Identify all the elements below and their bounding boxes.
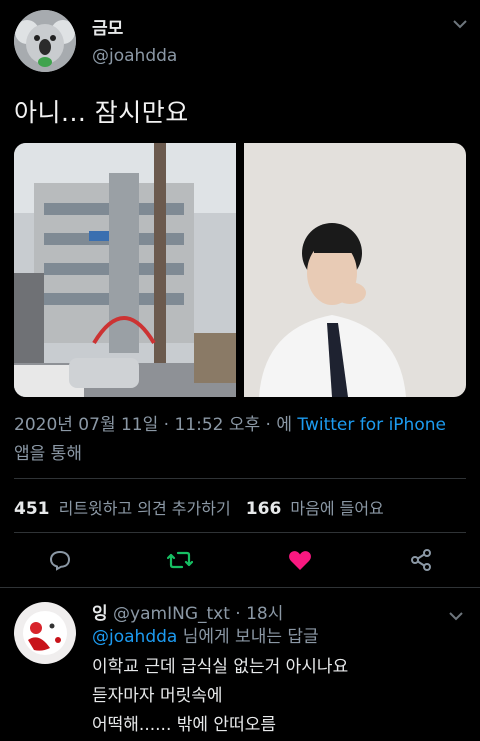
chevron-down-icon[interactable] bbox=[452, 18, 468, 33]
source-suffix: 앱을 통해 bbox=[14, 444, 82, 464]
reply-author-avatar[interactable] bbox=[14, 602, 76, 664]
author-handle[interactable]: @joahdda bbox=[92, 46, 177, 66]
reply-icon[interactable] bbox=[49, 549, 71, 575]
author-name[interactable]: 금모 bbox=[92, 14, 123, 39]
koala-avatar-image bbox=[14, 10, 76, 72]
retweet-icon[interactable] bbox=[166, 549, 194, 575]
author-avatar[interactable] bbox=[14, 10, 76, 72]
tweet-meta: 2020년 07월 11일 · 11:52 오후 · 에 Twitter for… bbox=[14, 411, 466, 469]
tweet-stats: 451 리트윗하고 의견 추가하기 166 마음에 들어요 bbox=[14, 495, 384, 519]
divider-meta bbox=[14, 478, 466, 479]
tweet-media[interactable] bbox=[14, 143, 466, 397]
reply-line-2: 듣자마자 머릿속에 bbox=[92, 686, 223, 706]
divider-stats bbox=[14, 532, 466, 533]
reply-time[interactable]: · 18시 bbox=[235, 604, 283, 624]
like-label[interactable]: 마음에 들어요 bbox=[290, 499, 383, 518]
retweet-count[interactable]: 451 bbox=[14, 499, 50, 519]
like-count[interactable]: 166 bbox=[246, 499, 282, 519]
reply-mention-link[interactable]: @joahdda bbox=[92, 627, 177, 647]
divider-actions bbox=[0, 587, 480, 588]
reply-avatar-image bbox=[14, 602, 76, 664]
tweet-text: 아니... 잠시만요 bbox=[14, 98, 189, 127]
share-icon[interactable] bbox=[409, 548, 433, 576]
tweet-timestamp[interactable]: 2020년 07월 11일 · 11:52 오후 · 에 bbox=[14, 415, 292, 435]
reply-author-handle[interactable]: @yamING_txt bbox=[113, 604, 230, 624]
reply-line-1: 이학교 근데 급식실 없는거 아시나요 bbox=[92, 657, 349, 677]
reply-context: @joahdda 님에게 보내는 답글 bbox=[92, 623, 319, 652]
chevron-down-icon[interactable] bbox=[448, 606, 464, 625]
media-photos bbox=[14, 143, 466, 397]
retweet-label[interactable]: 리트윗하고 의견 추가하기 bbox=[59, 499, 231, 518]
reply-header: 잉 @yamING_txt · 18시 bbox=[92, 599, 283, 624]
reply-mention-suffix: 님에게 보내는 답글 bbox=[182, 627, 319, 647]
like-icon[interactable] bbox=[288, 549, 312, 575]
source-app-link[interactable]: Twitter for iPhone bbox=[297, 415, 446, 435]
reply-line-3: 어떡해...... 밖에 안떠오름 bbox=[92, 715, 276, 735]
reply-author-name[interactable]: 잉 bbox=[92, 604, 108, 624]
